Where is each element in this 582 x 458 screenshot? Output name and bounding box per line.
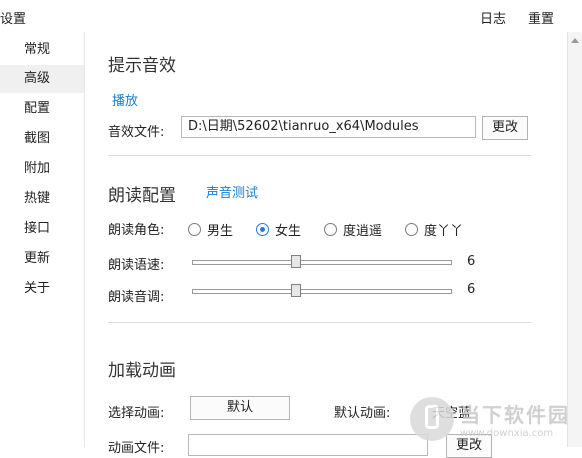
pitch-slider[interactable] [192, 284, 452, 298]
play-link[interactable]: 播放 [112, 90, 138, 109]
animation-file-input[interactable] [188, 434, 428, 456]
sidebar-item-hotkey[interactable]: 热键 [0, 185, 84, 213]
select-animation-button[interactable]: 默认 [190, 396, 290, 420]
sidebar-item-interface[interactable]: 接口 [0, 215, 84, 243]
radio-circle-icon [324, 223, 337, 236]
slider-thumb[interactable] [291, 255, 301, 268]
radio-circle-icon [188, 223, 201, 236]
speed-value: 6 [467, 254, 476, 269]
watermark-text: 当下软件园 www.downxia.com [460, 399, 570, 439]
reading-pitch-label: 朗读音调: [108, 290, 165, 305]
reset-link[interactable]: 重置 [528, 8, 554, 27]
sidebar-item-addon[interactable]: 附加 [0, 155, 84, 183]
role-label: 男生 [207, 224, 234, 239]
role-label: 度丫丫 [424, 224, 464, 239]
slider-track [192, 289, 452, 294]
sidebar-item-general[interactable]: 常规 [0, 36, 84, 64]
sidebar-item-config[interactable]: 配置 [0, 95, 84, 123]
sidebar-item-update[interactable]: 更新 [0, 245, 84, 273]
sidebar-item-screenshot[interactable]: 截图 [0, 125, 84, 153]
log-link[interactable]: 日志 [480, 8, 506, 27]
role-radio-male[interactable]: 男生 [188, 220, 233, 239]
slider-track [192, 260, 452, 265]
scroll-up-icon[interactable] [571, 38, 579, 43]
default-animation-label: 默认动画: [334, 406, 391, 421]
role-radio-duxiaoyao[interactable]: 度逍遥 [324, 220, 382, 239]
sound-file-label: 音效文件: [108, 125, 165, 140]
sidebar: 常规 高级 配置 截图 附加 热键 接口 更新 关于 [0, 32, 85, 447]
reading-speed-label: 朗读语速: [108, 258, 165, 273]
sound-change-button[interactable]: 更改 [482, 116, 528, 140]
sound-file-input[interactable]: D:\日期\52602\tianruo_x64\Modules [181, 116, 476, 138]
title-bar: 设置 日志 重置 [0, 0, 582, 32]
radio-checked-icon [256, 223, 269, 236]
sidebar-item-advanced[interactable]: 高级 [0, 65, 84, 93]
pitch-value: 6 [467, 282, 476, 297]
watermark-logo-icon [410, 397, 454, 441]
reading-section-title: 朗读配置 [108, 186, 176, 206]
scrollbar[interactable] [567, 32, 582, 447]
role-radio-female[interactable]: 女生 [256, 220, 301, 239]
site-watermark: 当下软件园 www.downxia.com [410, 397, 570, 441]
voice-test-link[interactable]: 声音测试 [206, 182, 258, 201]
animation-section-title: 加载动画 [108, 361, 176, 381]
top-links: 日志 重置 [480, 8, 554, 27]
slider-thumb[interactable] [291, 284, 301, 297]
reading-role-label: 朗读角色: [108, 223, 165, 238]
speed-slider[interactable] [192, 255, 452, 269]
divider [108, 322, 531, 323]
divider [108, 155, 531, 156]
radio-circle-icon [405, 223, 418, 236]
sidebar-item-about[interactable]: 关于 [0, 275, 84, 303]
role-label: 女生 [275, 224, 302, 239]
sound-section-title: 提示音效 [108, 56, 176, 76]
role-radio-duyaya[interactable]: 度丫丫 [405, 220, 463, 239]
watermark-url: www.downxia.com [460, 428, 554, 439]
window-title: 设置 [0, 12, 27, 27]
watermark-brand: 当下软件园 [460, 403, 570, 427]
role-label: 度逍遥 [343, 224, 383, 239]
select-animation-label: 选择动画: [108, 406, 165, 421]
